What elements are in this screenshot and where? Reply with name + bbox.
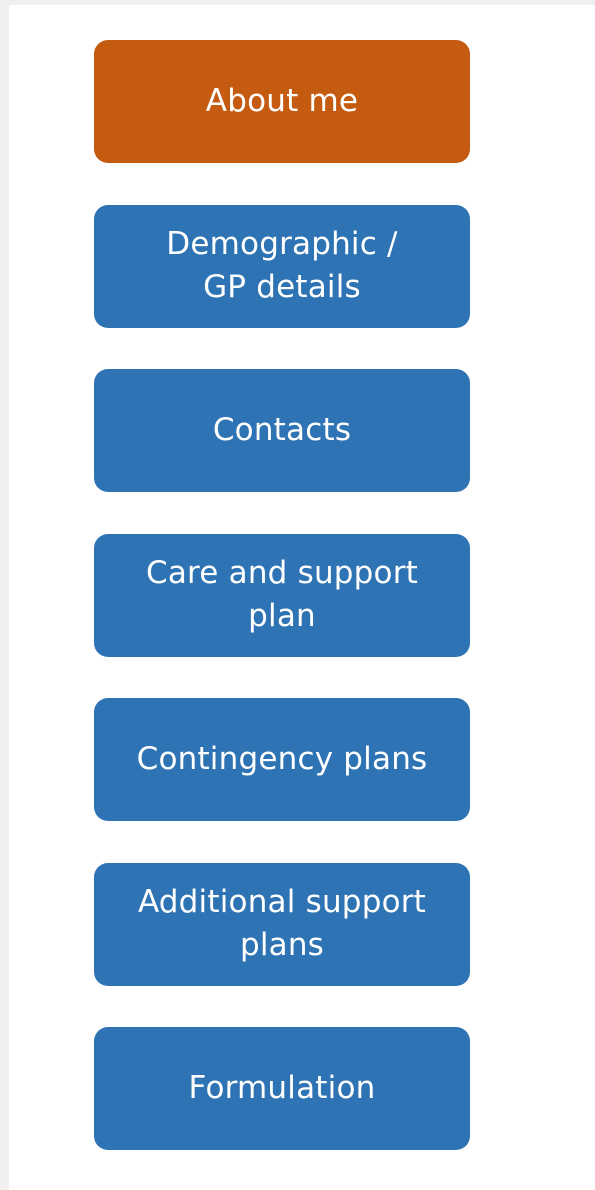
- nav-item-demographic-gp-details[interactable]: Demographic / GP details: [94, 204, 470, 328]
- nav-item-contacts[interactable]: Contacts: [94, 369, 470, 492]
- nav-item-care-and-support-plan[interactable]: Care and support plan: [94, 533, 470, 657]
- nav-item-about-me[interactable]: About me: [94, 40, 470, 163]
- nav-item-formulation[interactable]: Formulation: [94, 1027, 470, 1150]
- nav-item-label: Contacts: [212, 412, 352, 448]
- nav-item-label: Care and support plan: [145, 555, 419, 634]
- nav-item-label: Demographic / GP details: [166, 226, 398, 305]
- nav-item-label: Additional support plans: [137, 884, 427, 963]
- section-navigation: About me Demographic / GP details Contact…: [94, 40, 470, 1150]
- nav-item-label: About me: [205, 83, 359, 119]
- nav-item-contingency-plans[interactable]: Contingency plans: [94, 698, 470, 821]
- nav-item-additional-support-plans[interactable]: Additional support plans: [94, 862, 470, 986]
- nav-item-label: Formulation: [188, 1070, 376, 1106]
- nav-item-label: Contingency plans: [136, 741, 428, 777]
